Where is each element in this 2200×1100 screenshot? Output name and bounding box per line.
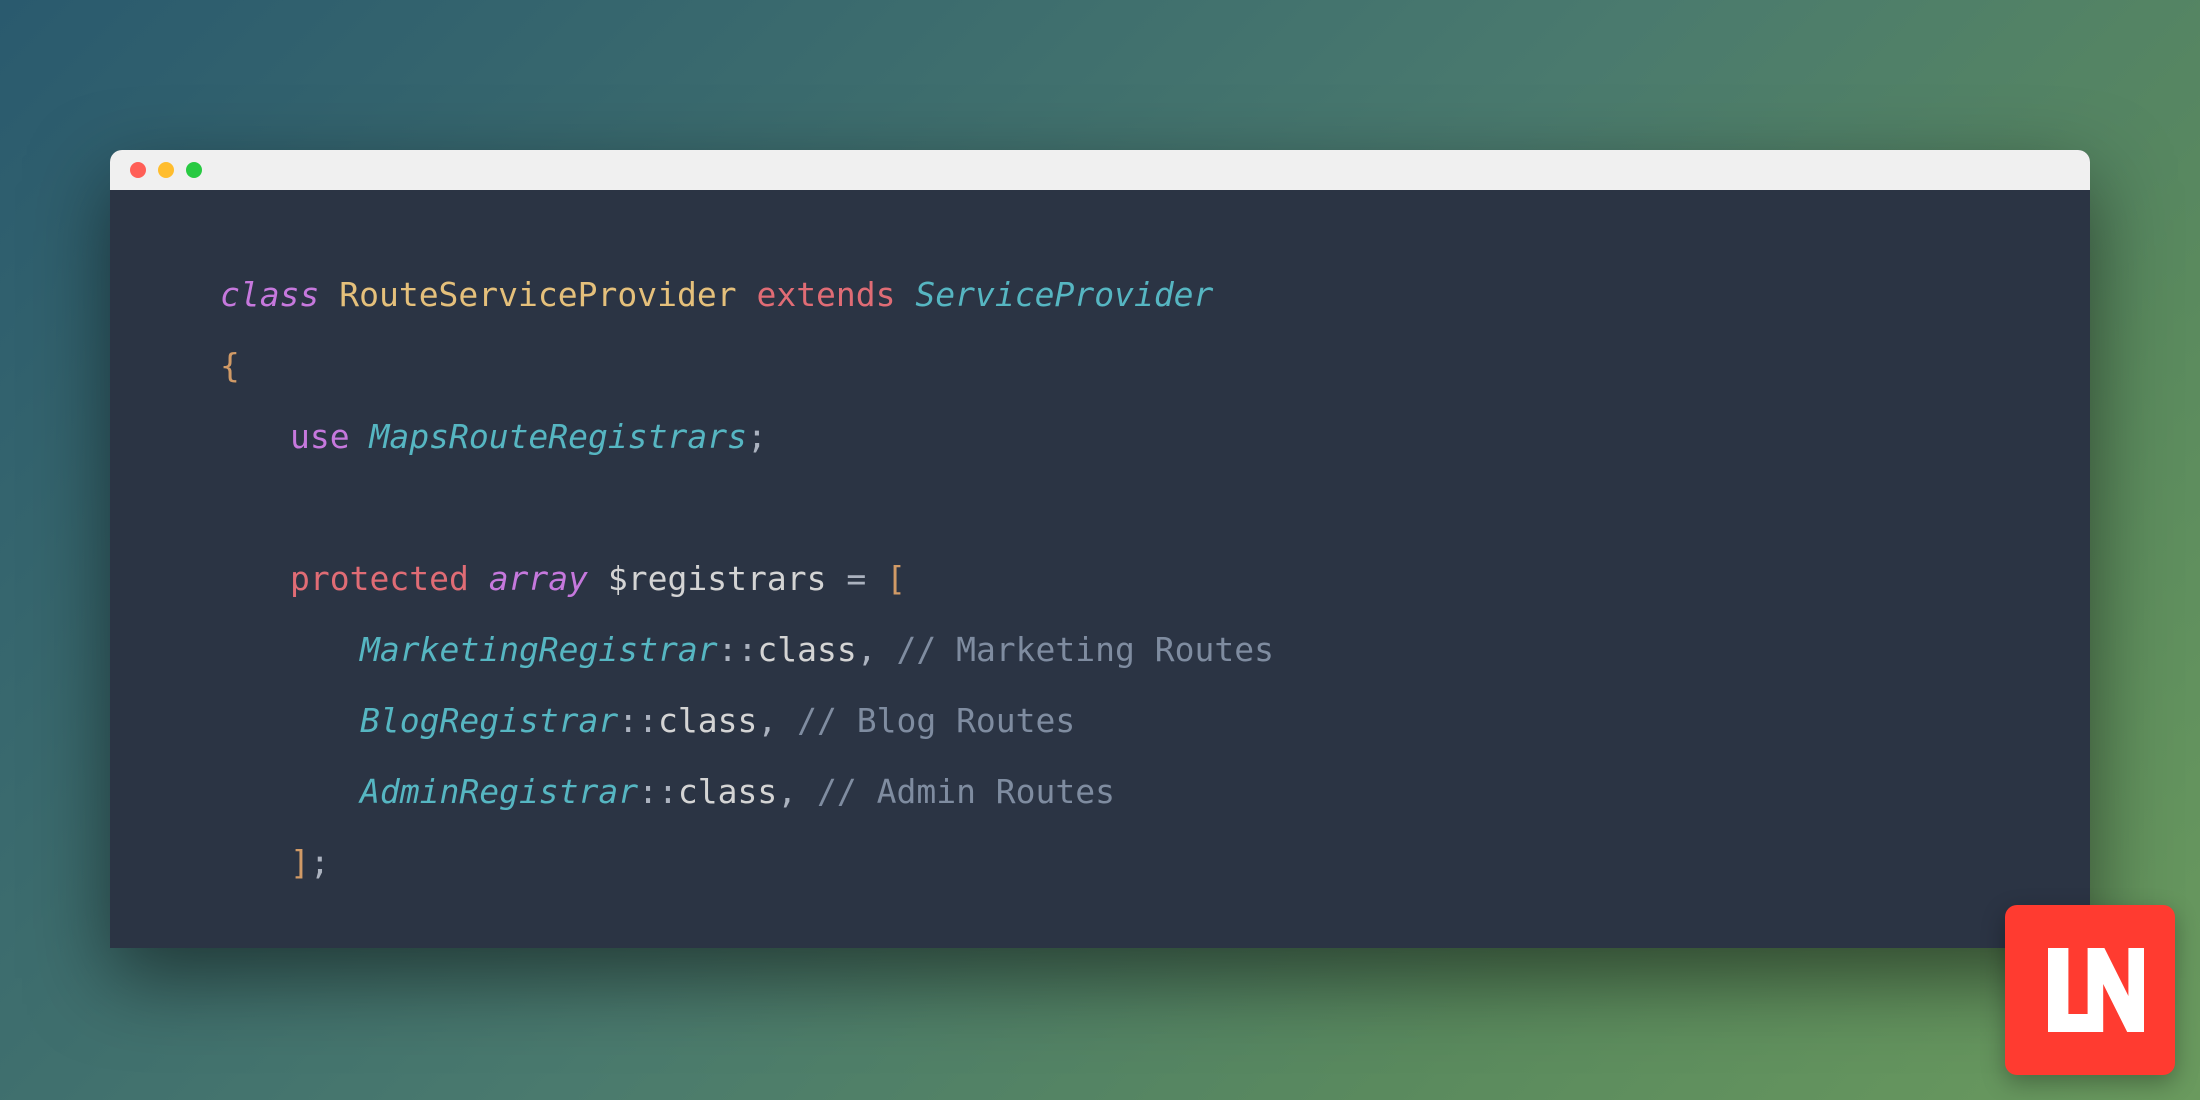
- trait-name: MapsRouteRegistrars: [369, 417, 747, 456]
- code-line: AdminRegistrar::class, // Admin Routes: [360, 757, 1980, 828]
- class-reference: BlogRegistrar: [360, 701, 618, 740]
- code-editor-window: class RouteServiceProvider extends Servi…: [110, 150, 2090, 948]
- keyword-protected: protected: [290, 559, 469, 598]
- comma: ,: [857, 630, 897, 669]
- keyword-array: array: [489, 559, 588, 598]
- comment: // Admin Routes: [817, 772, 1115, 811]
- code-content: class RouteServiceProvider extends Servi…: [110, 190, 2090, 948]
- open-brace: {: [220, 346, 240, 385]
- classname: RouteServiceProvider: [339, 275, 736, 314]
- keyword-class: class: [220, 275, 319, 314]
- equals: =: [826, 559, 886, 598]
- class-reference: AdminRegistrar: [360, 772, 638, 811]
- close-bracket: ]: [290, 843, 310, 882]
- comment: // Blog Routes: [797, 701, 1075, 740]
- semicolon: ;: [310, 843, 330, 882]
- class-reference: MarketingRegistrar: [360, 630, 718, 669]
- window-title-bar: [110, 150, 2090, 190]
- minimize-icon[interactable]: [158, 162, 174, 178]
- semicolon: ;: [747, 417, 767, 456]
- scope-operator: ::: [638, 772, 678, 811]
- class-keyword: class: [678, 772, 777, 811]
- brand-logo: [2005, 905, 2175, 1075]
- class-keyword: class: [658, 701, 757, 740]
- open-bracket: [: [886, 559, 906, 598]
- code-line: use MapsRouteRegistrars;: [290, 402, 1980, 473]
- code-line: BlogRegistrar::class, // Blog Routes: [360, 686, 1980, 757]
- parent-class: ServiceProvider: [915, 275, 1213, 314]
- class-keyword: class: [757, 630, 856, 669]
- code-line: protected array $registrars = [: [290, 544, 1980, 615]
- comma: ,: [777, 772, 817, 811]
- variable: $registrars: [608, 559, 827, 598]
- maximize-icon[interactable]: [186, 162, 202, 178]
- blank-line: [220, 473, 1980, 544]
- code-line: MarketingRegistrar::class, // Marketing …: [360, 615, 1980, 686]
- keyword-extends: extends: [756, 275, 895, 314]
- scope-operator: ::: [718, 630, 758, 669]
- comment: // Marketing Routes: [896, 630, 1274, 669]
- code-line: {: [220, 331, 1980, 402]
- code-line: ];: [290, 828, 1980, 899]
- scope-operator: ::: [618, 701, 658, 740]
- comma: ,: [757, 701, 797, 740]
- close-icon[interactable]: [130, 162, 146, 178]
- logo-icon: [2030, 930, 2150, 1050]
- keyword-use: use: [290, 417, 350, 456]
- code-line: class RouteServiceProvider extends Servi…: [220, 260, 1980, 331]
